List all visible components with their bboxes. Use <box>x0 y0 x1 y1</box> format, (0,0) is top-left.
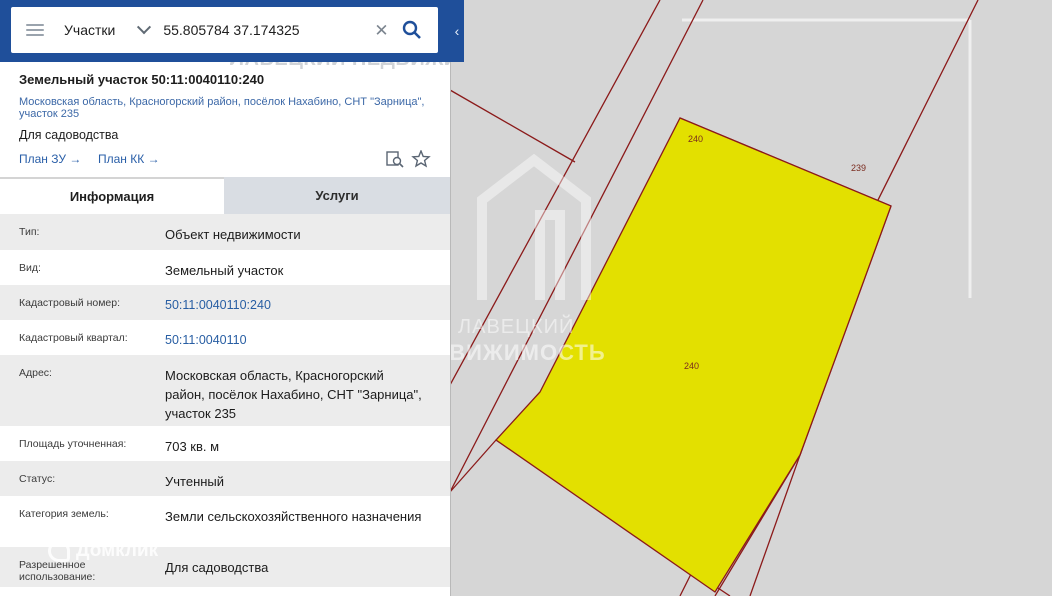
close-icon[interactable]: ✕ <box>374 22 388 39</box>
info-value: Для садоводства <box>165 560 269 575</box>
info-row-area: Площадь уточненная: 703 кв. м <box>0 426 450 461</box>
document-search-icon[interactable] <box>386 151 404 168</box>
tab-services[interactable]: Услуги <box>224 177 450 214</box>
info-table: Тип: Объект недвижимости Вид: Земельный … <box>0 214 450 587</box>
chevron-down-icon[interactable] <box>137 20 152 35</box>
info-key: Адрес: <box>19 367 52 379</box>
object-usage: Для садоводства <box>19 128 119 142</box>
info-value: Московская область, Красногорский район,… <box>165 368 422 421</box>
card-tools <box>386 149 432 168</box>
plan-zu-link[interactable]: План ЗУ → <box>19 152 81 166</box>
parcel-label-240-top: 240 <box>688 134 703 144</box>
domclick-logo-icon <box>48 540 70 562</box>
watermark-domclick-text: Домклик <box>76 540 159 561</box>
cadastral-number-link[interactable]: 50:11:0040110:240 <box>165 296 425 315</box>
info-key: Площадь уточненная: <box>19 438 127 450</box>
cadastral-quarter-link[interactable]: 50:11:0040110 <box>165 331 425 350</box>
info-panel: ЛАВЕЦКИЙ НЕДВИЖИМОСТЬ Земельный участок … <box>0 0 451 596</box>
info-row-type: Тип: Объект недвижимости <box>0 214 450 250</box>
info-key: Вид: <box>19 262 41 274</box>
info-value: Земли сельскохозяйственного назначения <box>165 509 422 524</box>
watermark-domclick: Домклик <box>48 540 158 562</box>
info-row-kind: Вид: Земельный участок <box>0 250 450 285</box>
search-input[interactable]: 55.805784 37.174325 <box>163 22 368 38</box>
info-value: 703 кв. м <box>165 439 220 454</box>
tab-information[interactable]: Информация <box>0 177 224 214</box>
info-key: Разрешенное использование: <box>19 559 96 583</box>
watermark-center-line1: ЛАВЕЦКИЙ <box>458 316 575 338</box>
info-value: Объект недвижимости <box>165 227 301 242</box>
info-row-address: Адрес: Московская область, Красногорский… <box>0 355 450 426</box>
parcel-label-240-center: 240 <box>684 361 699 371</box>
info-row-cadastral-number: Кадастровый номер: 50:11:0040110:240 <box>0 285 450 320</box>
plan-kk-link[interactable]: План КК → <box>98 152 160 166</box>
search-bar: Участки 55.805784 37.174325 ✕ <box>0 0 462 62</box>
info-row-cadastral-quarter: Кадастровый квартал: 50:11:0040110 <box>0 320 450 355</box>
info-key: Тип: <box>19 226 40 238</box>
info-key: Кадастровый квартал: <box>19 332 128 344</box>
object-title: Земельный участок 50:11:0040110:240 <box>19 72 265 87</box>
info-key: Категория земель: <box>19 508 109 520</box>
search-box: Участки 55.805784 37.174325 ✕ <box>11 7 438 53</box>
search-icon[interactable] <box>402 20 422 40</box>
tabs: Информация Услуги <box>0 177 450 214</box>
parcel-label-239: 239 <box>851 163 866 173</box>
star-icon[interactable] <box>411 149 431 168</box>
info-key: Статус: <box>19 473 56 485</box>
object-address: Московская область, Красногорский район,… <box>19 96 425 120</box>
info-value: Земельный участок <box>165 263 284 278</box>
info-value: Учтенный <box>165 474 225 489</box>
search-type-select[interactable]: Участки <box>64 22 115 38</box>
menu-icon[interactable] <box>26 24 44 36</box>
info-row-status: Статус: Учтенный <box>0 461 450 496</box>
collapse-panel-button[interactable]: ‹ <box>450 0 464 62</box>
info-key: Кадастровый номер: <box>19 297 121 309</box>
